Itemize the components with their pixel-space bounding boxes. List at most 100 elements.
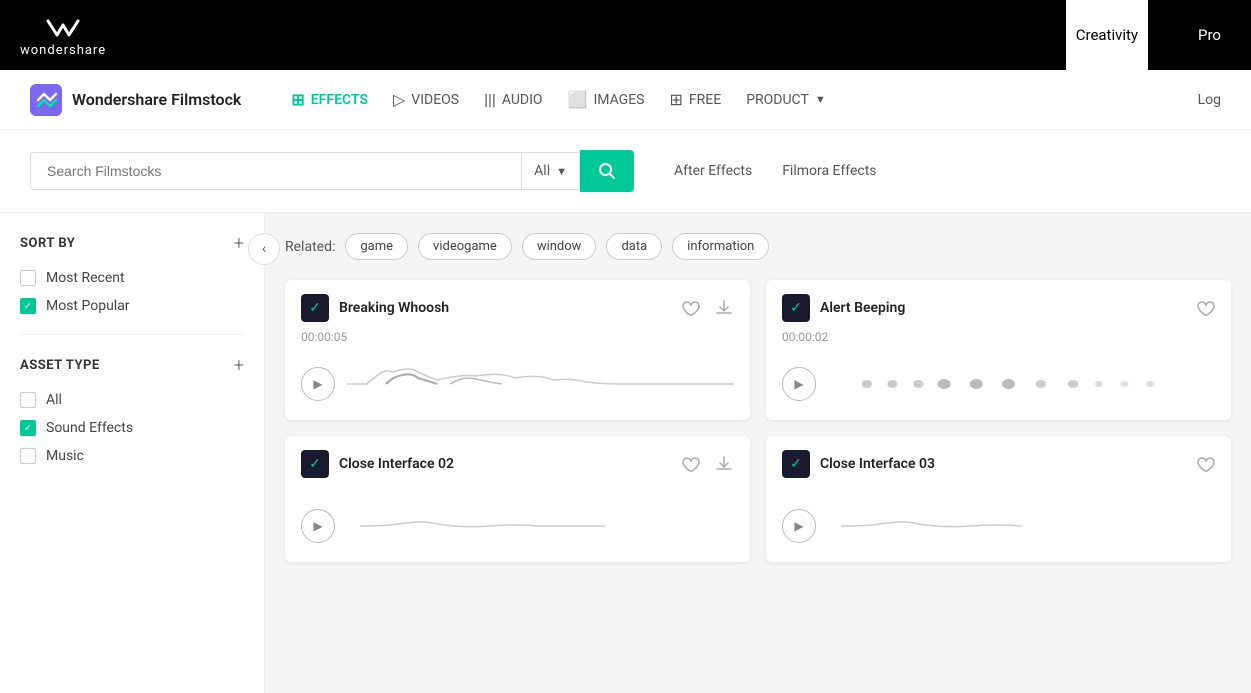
asset-all-label: All bbox=[46, 392, 62, 408]
heart-icon-3 bbox=[680, 454, 700, 474]
effects-icon: ⊞ bbox=[291, 90, 304, 109]
search-bar: All ▼ After Effects Filmora Effects bbox=[0, 130, 1251, 213]
download-button-1[interactable] bbox=[714, 298, 734, 318]
card-actions-4 bbox=[1195, 454, 1215, 474]
card-name-1: Breaking Whoosh bbox=[339, 300, 449, 316]
nav-effects[interactable]: ⊞ EFFECTS bbox=[291, 90, 368, 109]
card-title-row-1: ✓ Breaking Whoosh bbox=[301, 294, 449, 322]
shield-icon-1: ✓ bbox=[301, 294, 329, 322]
tag-game[interactable]: game bbox=[345, 233, 408, 260]
card-name-4: Close Interface 03 bbox=[820, 456, 935, 472]
divider bbox=[20, 334, 244, 335]
card-name-3: Close Interface 02 bbox=[339, 456, 454, 472]
search-input[interactable] bbox=[31, 153, 521, 189]
heart-icon bbox=[680, 298, 700, 318]
play-button-1[interactable]: ▶ bbox=[301, 367, 335, 401]
sort-most-recent-checkbox[interactable] bbox=[20, 270, 36, 286]
brand[interactable]: Wondershare Filmstock bbox=[30, 84, 241, 116]
card-breaking-whoosh: ✓ Breaking Whoosh bbox=[285, 280, 750, 420]
nav-videos[interactable]: ▷ VIDEOS bbox=[393, 90, 459, 109]
card-waveform-4: ▶ bbox=[766, 496, 1231, 562]
waveform-3 bbox=[347, 506, 734, 546]
play-button-3[interactable]: ▶ bbox=[301, 509, 335, 543]
logo-text: wondershare bbox=[20, 43, 106, 58]
card-title-row-4: ✓ Close Interface 03 bbox=[782, 450, 935, 478]
top-nav: wondershare Creativity Pro bbox=[0, 0, 1251, 70]
sort-most-popular-checkbox[interactable] bbox=[20, 298, 36, 314]
asset-music-label: Music bbox=[46, 448, 84, 464]
tag-window[interactable]: window bbox=[522, 233, 597, 260]
images-icon: ⬜ bbox=[568, 90, 588, 109]
card-time-4 bbox=[766, 486, 1231, 496]
nav-items: ⊞ EFFECTS ▷ VIDEOS ||| AUDIO ⬜ IMAGES ⊞ … bbox=[291, 90, 1167, 109]
card-time-1: 00:00:05 bbox=[285, 330, 750, 354]
top-nav-pro[interactable]: Pro bbox=[1188, 0, 1231, 70]
play-button-4[interactable]: ▶ bbox=[782, 509, 816, 543]
card-header-1: ✓ Breaking Whoosh bbox=[285, 280, 750, 330]
cards-grid: ✓ Breaking Whoosh bbox=[285, 280, 1231, 562]
search-icon bbox=[598, 162, 616, 180]
tag-data[interactable]: data bbox=[606, 233, 662, 260]
card-title-row-2: ✓ Alert Beeping bbox=[782, 294, 905, 322]
audio-icon: ||| bbox=[484, 90, 496, 109]
related-tags: Related: game videogame window data info… bbox=[285, 233, 1231, 260]
search-filters: After Effects Filmora Effects bbox=[674, 163, 877, 179]
asset-sound-effects-checkbox[interactable] bbox=[20, 420, 36, 436]
chevron-down-icon: ▼ bbox=[556, 165, 567, 178]
sidebar: ‹ SORT BY + Most Recent Most Popular ASS… bbox=[0, 213, 265, 693]
waveform-4 bbox=[828, 506, 1215, 546]
nav-free[interactable]: ⊞ FREE bbox=[670, 90, 722, 109]
waveform-2 bbox=[828, 364, 1215, 404]
shield-icon-4: ✓ bbox=[782, 450, 810, 478]
card-actions-3 bbox=[680, 454, 734, 474]
sort-by-section-header: SORT BY + bbox=[20, 233, 244, 254]
search-dropdown[interactable]: All ▼ bbox=[521, 153, 579, 189]
download-button-3[interactable] bbox=[714, 454, 734, 474]
nav-audio[interactable]: ||| AUDIO bbox=[484, 90, 542, 109]
brand-name: Wondershare Filmstock bbox=[72, 90, 241, 109]
search-button[interactable] bbox=[580, 150, 634, 192]
download-icon-3 bbox=[714, 454, 734, 474]
search-input-wrapper: All ▼ bbox=[30, 152, 580, 190]
card-close-interface-02: ✓ Close Interface 02 bbox=[285, 436, 750, 562]
like-button-3[interactable] bbox=[680, 454, 700, 474]
waveform-1 bbox=[347, 364, 734, 404]
card-waveform-3: ▶ bbox=[285, 496, 750, 562]
like-button-1[interactable] bbox=[680, 298, 700, 318]
nav-login[interactable]: Log bbox=[1198, 92, 1221, 108]
asset-type-add[interactable]: + bbox=[234, 355, 244, 376]
like-button-4[interactable] bbox=[1195, 454, 1215, 474]
sort-most-recent[interactable]: Most Recent bbox=[20, 270, 244, 286]
videos-icon: ▷ bbox=[393, 90, 405, 109]
card-alert-beeping: ✓ Alert Beeping 00:00:02 ▶ bbox=[766, 280, 1231, 420]
asset-all-checkbox[interactable] bbox=[20, 392, 36, 408]
top-nav-creativity[interactable]: Creativity bbox=[1066, 0, 1148, 70]
card-time-2: 00:00:02 bbox=[766, 330, 1231, 354]
card-actions-2 bbox=[1195, 298, 1215, 318]
card-close-interface-03: ✓ Close Interface 03 ▶ bbox=[766, 436, 1231, 562]
filter-filmora-effects[interactable]: Filmora Effects bbox=[782, 163, 876, 179]
card-time-3 bbox=[285, 486, 750, 496]
sort-by-add[interactable]: + bbox=[234, 233, 244, 254]
card-title-row-3: ✓ Close Interface 02 bbox=[301, 450, 454, 478]
heart-icon-4 bbox=[1195, 454, 1215, 474]
sidebar-toggle[interactable]: ‹ bbox=[248, 233, 280, 265]
nav-product[interactable]: PRODUCT ▼ bbox=[746, 92, 826, 108]
asset-type-title: ASSET TYPE bbox=[20, 358, 100, 373]
tag-information[interactable]: information bbox=[672, 233, 769, 260]
main-content: Related: game videogame window data info… bbox=[265, 213, 1251, 693]
play-button-2[interactable]: ▶ bbox=[782, 367, 816, 401]
asset-sound-effects[interactable]: Sound Effects bbox=[20, 420, 244, 436]
nav-images[interactable]: ⬜ IMAGES bbox=[568, 90, 645, 109]
tag-videogame[interactable]: videogame bbox=[418, 233, 512, 260]
card-name-2: Alert Beeping bbox=[820, 300, 905, 316]
asset-music-checkbox[interactable] bbox=[20, 448, 36, 464]
sort-by-title: SORT BY bbox=[20, 236, 75, 251]
asset-sound-effects-label: Sound Effects bbox=[46, 420, 133, 436]
filter-after-effects[interactable]: After Effects bbox=[674, 163, 752, 179]
sort-most-popular[interactable]: Most Popular bbox=[20, 298, 244, 314]
like-button-2[interactable] bbox=[1195, 298, 1215, 318]
asset-all[interactable]: All bbox=[20, 392, 244, 408]
asset-music[interactable]: Music bbox=[20, 448, 244, 464]
card-header-4: ✓ Close Interface 03 bbox=[766, 436, 1231, 486]
